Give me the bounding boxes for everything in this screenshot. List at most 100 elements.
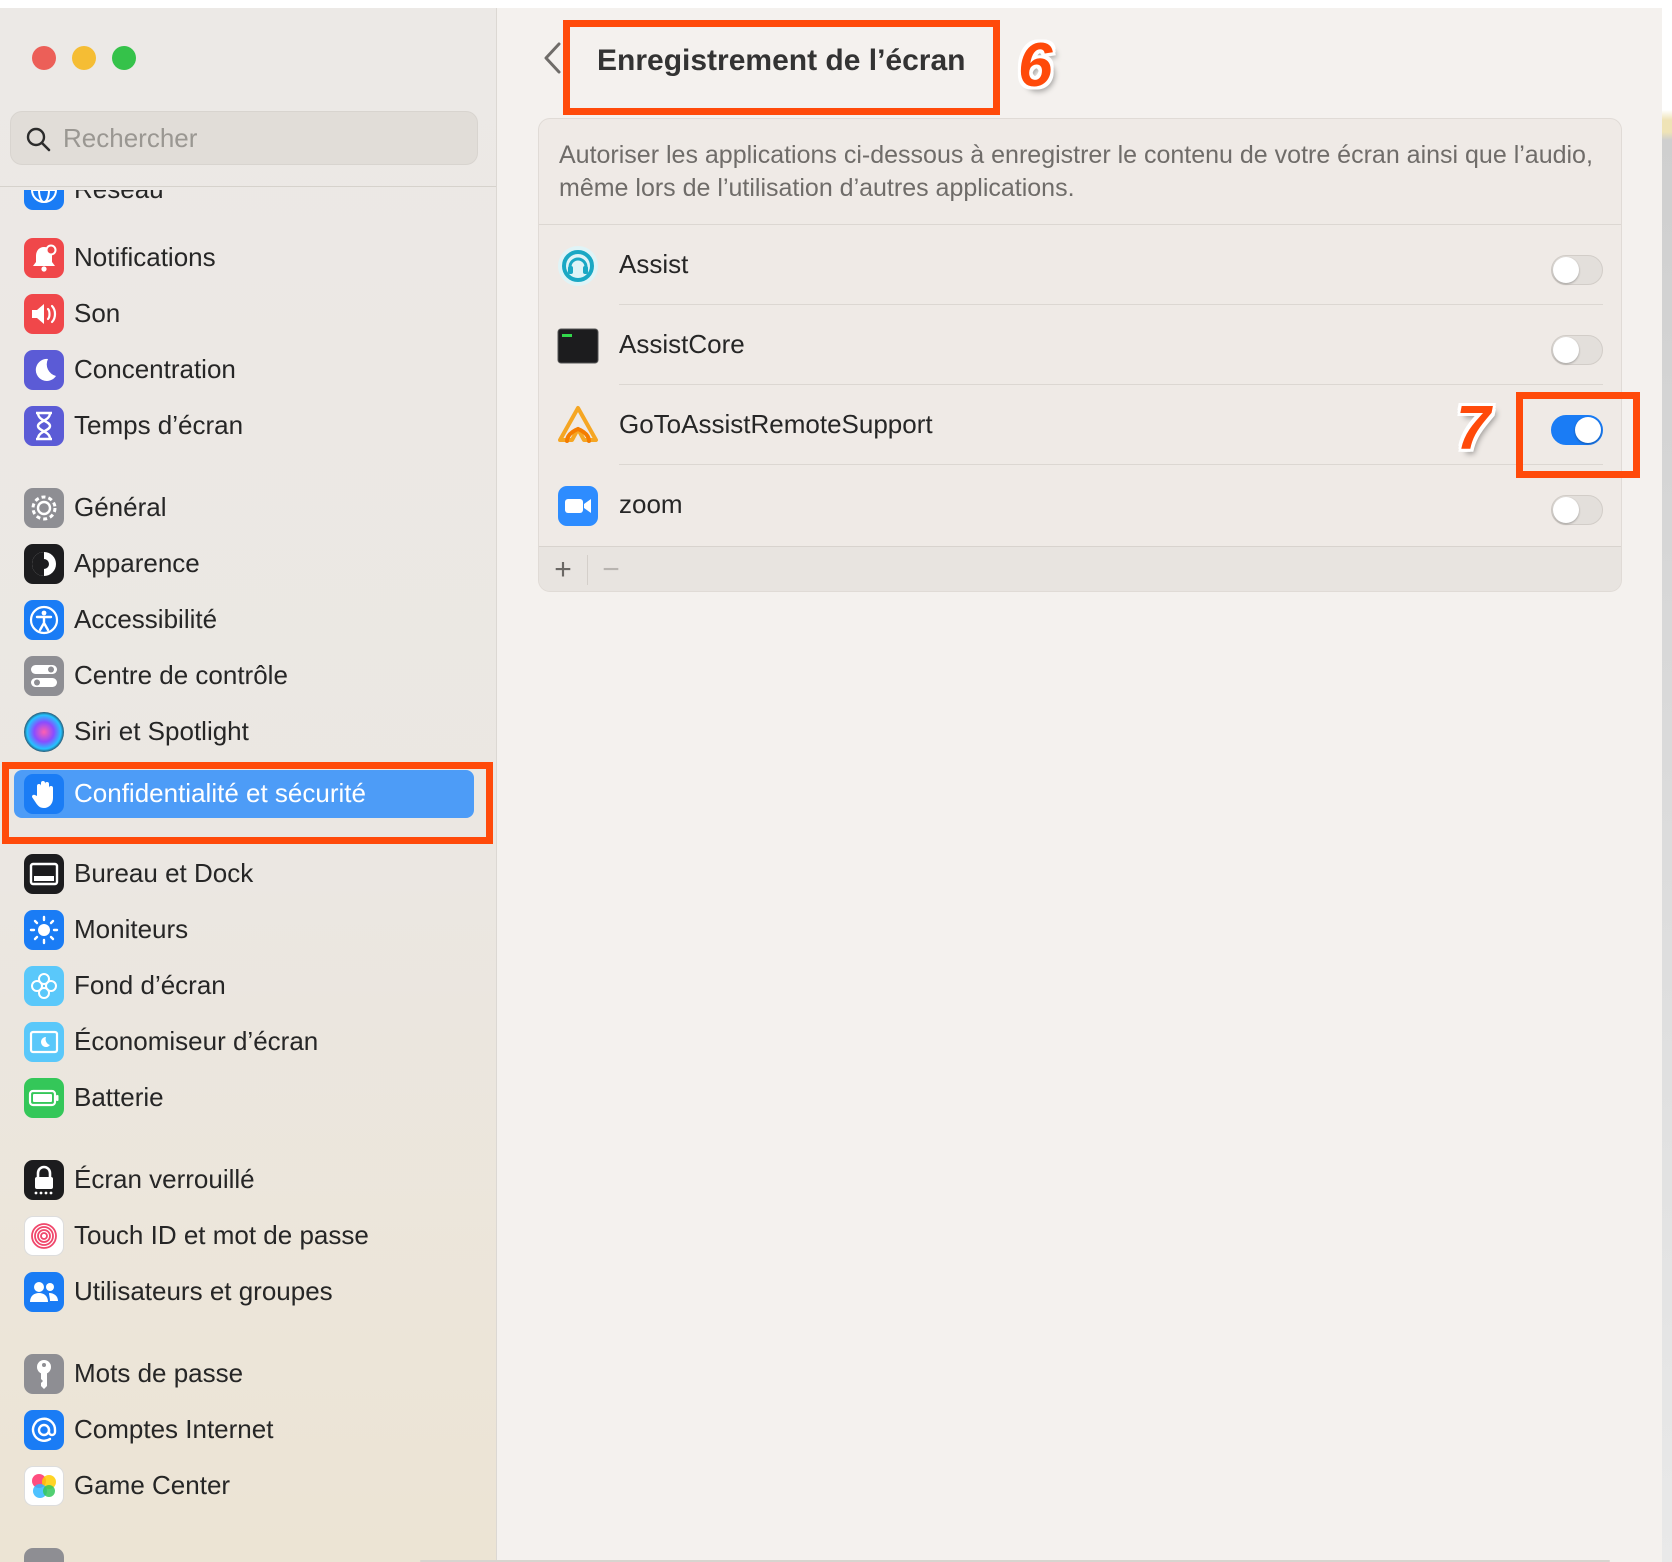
background-edge — [1662, 0, 1672, 1562]
app-name: Assist — [619, 249, 689, 279]
app-name: AssistCore — [619, 329, 745, 359]
annotation-highlight-title — [563, 20, 1000, 115]
zoom-toggle[interactable] — [1551, 495, 1603, 525]
sidebar-item-label: Mots de passe — [74, 1358, 244, 1388]
users-icon — [24, 1272, 64, 1312]
sidebar-item-accessibilite[interactable]: Accessibilité — [14, 596, 474, 644]
annotation-highlight-sidebar — [2, 762, 493, 844]
close-window-button[interactable] — [32, 46, 56, 70]
add-app-button[interactable]: + — [545, 553, 581, 587]
sidebar-item-label: Fond d’écran — [74, 970, 226, 1000]
accessibility-icon — [24, 600, 64, 640]
sidebar-item-label: Siri et Spotlight — [74, 716, 249, 746]
assistcore-toggle[interactable] — [1551, 335, 1603, 365]
sidebar-list[interactable]: Réseau Notifications Son Concentration — [0, 190, 496, 1562]
sidebar-item-label: Concentration — [74, 354, 236, 384]
annotation-step-number: 7 — [1456, 394, 1491, 463]
sun-icon — [24, 910, 64, 950]
gotoassist-icon — [558, 406, 598, 443]
sidebar-item-label: Batterie — [74, 1082, 164, 1112]
sidebar: Réseau Notifications Son Concentration — [0, 8, 497, 1562]
appearance-icon — [24, 544, 64, 584]
sidebar-item-bureau-dock[interactable]: Bureau et Dock — [14, 850, 474, 898]
toggle-knob — [1553, 497, 1579, 523]
sidebar-item-ecran-verrouille[interactable]: Écran verrouillé — [14, 1156, 474, 1204]
screen-recording-panel: Autoriser les applications ci-dessous à … — [538, 118, 1622, 592]
search-input[interactable] — [63, 120, 463, 156]
sidebar-item-reseau[interactable]: Réseau — [14, 190, 474, 214]
assist-icon — [558, 246, 598, 286]
sidebar-item-label: Touch ID et mot de passe — [74, 1220, 369, 1250]
sidebar-item-concentration[interactable]: Concentration — [14, 346, 474, 394]
battery-icon — [24, 1078, 64, 1118]
sidebar-item-label: Comptes Internet — [74, 1414, 274, 1444]
remove-app-button[interactable]: − — [593, 553, 629, 587]
divider — [587, 555, 588, 585]
lock-icon — [24, 1160, 64, 1200]
search-field[interactable] — [10, 111, 478, 165]
dock-icon — [24, 854, 64, 894]
sidebar-item-label: Général — [74, 492, 167, 522]
screensaver-icon — [24, 1022, 64, 1062]
zoom-camera-icon — [558, 486, 598, 526]
sidebar-item-centre-controle[interactable]: Centre de contrôle — [14, 652, 474, 700]
speaker-icon — [24, 294, 64, 334]
gear-icon — [24, 488, 64, 528]
sidebar-item-label: Game Center — [74, 1470, 231, 1500]
at-icon — [24, 1410, 64, 1450]
fingerprint-icon — [24, 1216, 64, 1256]
sidebar-item-label: Accessibilité — [74, 604, 218, 634]
annotation-step-number: 6 — [1018, 31, 1053, 100]
app-row-assist: Assist — [539, 225, 1621, 305]
toggle-knob — [1553, 257, 1579, 283]
sidebar-item-label: Réseau — [74, 190, 164, 205]
sidebar-item-temps-ecran[interactable]: Temps d’écran — [14, 402, 474, 450]
zoom-window-button[interactable] — [112, 46, 136, 70]
app-row-zoom: zoom — [539, 465, 1621, 545]
moon-icon — [24, 350, 64, 390]
sidebar-item-label: Temps d’écran — [74, 410, 244, 440]
sidebar-item-label: Apparence — [74, 548, 200, 578]
sidebar-item-game-center[interactable]: Game Center — [14, 1462, 474, 1510]
sidebar-item-label: Utilisateurs et groupes — [74, 1276, 333, 1306]
toggle-knob — [1553, 337, 1579, 363]
sidebar-item-economiseur[interactable]: Économiseur d’écran — [14, 1018, 474, 1066]
sidebar-item-touch-id[interactable]: Touch ID et mot de passe — [14, 1212, 474, 1260]
control-center-icon — [24, 656, 64, 696]
siri-icon — [24, 712, 64, 752]
sidebar-item-utilisateurs[interactable]: Utilisateurs et groupes — [14, 1268, 474, 1316]
sidebar-item-label: Bureau et Dock — [74, 858, 254, 888]
minimize-window-button[interactable] — [72, 46, 96, 70]
sidebar-item-label: Écran verrouillé — [74, 1164, 255, 1194]
sidebar-item-general[interactable]: Général — [14, 484, 474, 532]
search-divider — [0, 186, 496, 187]
sidebar-item-son[interactable]: Son — [14, 290, 474, 338]
sidebar-item-label: Notifications — [74, 242, 216, 272]
sidebar-item-notifications[interactable]: Notifications — [14, 234, 474, 282]
annotation-highlight-toggle — [1516, 392, 1640, 478]
app-row-assistcore: AssistCore — [539, 305, 1621, 385]
game-center-icon — [24, 1466, 64, 1506]
app-name: GoToAssistRemoteSupport — [619, 409, 933, 439]
sidebar-item-siri[interactable]: Siri et Spotlight — [14, 708, 474, 756]
bell-icon — [24, 238, 64, 278]
sidebar-item-label: Centre de contrôle — [74, 660, 288, 690]
sidebar-item-fond-ecran[interactable]: Fond d’écran — [14, 962, 474, 1010]
key-icon — [24, 1354, 64, 1394]
settings-window: Réseau Notifications Son Concentration — [0, 8, 1662, 1562]
app-name: zoom — [619, 489, 683, 519]
flower-icon — [24, 966, 64, 1006]
sidebar-item-label: Économiseur d’écran — [74, 1026, 319, 1056]
sidebar-item-apparence[interactable]: Apparence — [14, 540, 474, 588]
sidebar-item-mots-de-passe[interactable]: Mots de passe — [14, 1350, 474, 1398]
partial-icon — [24, 1548, 64, 1562]
search-icon — [26, 127, 51, 152]
sidebar-item-comptes-internet[interactable]: Comptes Internet — [14, 1406, 474, 1454]
sidebar-item-label: Moniteurs — [74, 914, 189, 944]
sidebar-item-label: Son — [74, 298, 121, 328]
sidebar-item-moniteurs[interactable]: Moniteurs — [14, 906, 474, 954]
sidebar-item-batterie[interactable]: Batterie — [14, 1074, 474, 1122]
sidebar-item-partial-bottom[interactable] — [14, 1544, 474, 1562]
assist-toggle[interactable] — [1551, 255, 1603, 285]
panel-footer: + − — [539, 546, 1621, 591]
